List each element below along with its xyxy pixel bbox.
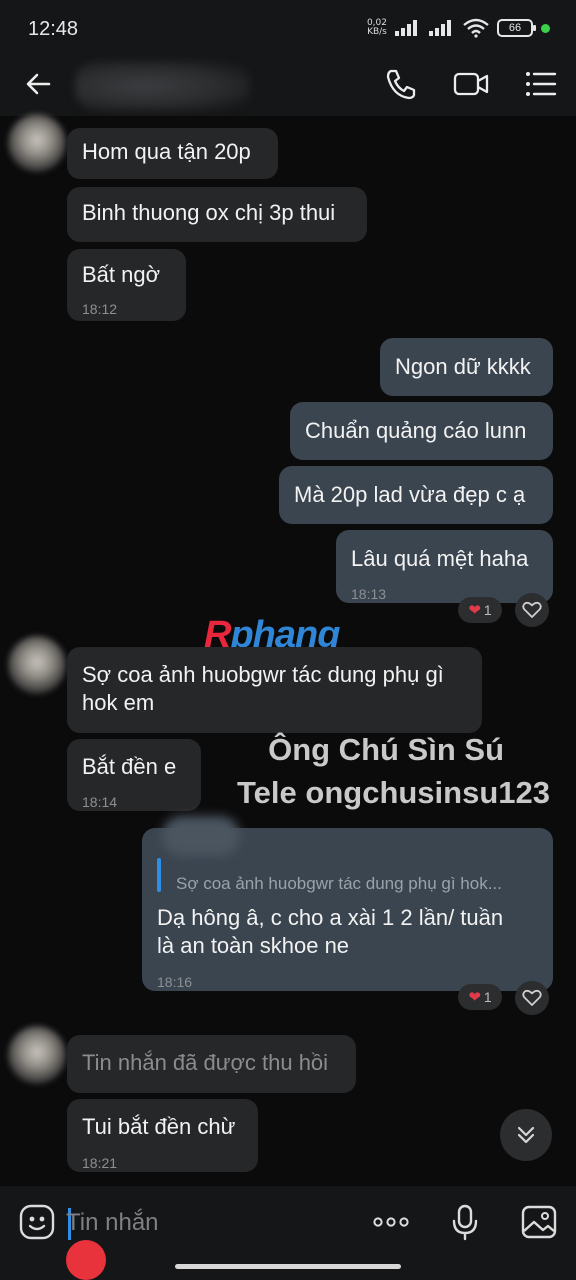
- message-text: Mà 20p lad vừa đẹp c ạ: [294, 482, 526, 507]
- message-text: Hom qua tận 20p: [82, 139, 251, 164]
- wifi-icon: [463, 18, 489, 38]
- message-text: Ngon dữ kkkk: [395, 354, 531, 379]
- battery-icon: 66: [497, 19, 536, 37]
- message-bubble-sent[interactable]: Ngon dữ kkkk: [380, 338, 553, 396]
- message-bubble-sent[interactable]: Mà 20p lad vừa đẹp c ạ: [279, 466, 553, 524]
- message-bubble-sent[interactable]: Lâu quá mệt haha 18:13: [336, 530, 553, 603]
- signal-icon: [395, 20, 417, 36]
- message-input[interactable]: Tin nhắn: [66, 1204, 356, 1242]
- back-button[interactable]: [22, 66, 58, 102]
- video-camera-icon: [453, 72, 489, 96]
- sticker-face-icon: [19, 1204, 55, 1240]
- home-indicator[interactable]: [175, 1264, 401, 1269]
- contact-name-blurred[interactable]: [75, 61, 250, 111]
- message-text: Binh thuong ox chị 3p thui: [82, 200, 336, 225]
- arrow-left-icon: [26, 73, 51, 95]
- privacy-indicator-dot: [541, 23, 550, 33]
- sticker-button[interactable]: [17, 1202, 57, 1242]
- message-text: là an toàn skhoe ne: [157, 933, 350, 958]
- contact-avatar[interactable]: [8, 114, 66, 172]
- more-dots-icon: [373, 1217, 409, 1227]
- message-text: Dạ hông â, c cho a xài 1 2 lần/ tuần: [157, 905, 504, 930]
- signal-icon: [429, 20, 451, 36]
- heart-icon: ❤: [468, 602, 481, 619]
- quoted-sender-blurred: [162, 816, 240, 856]
- message-bubble-received[interactable]: Tui bắt đền chừ 18:21: [67, 1099, 258, 1172]
- chat-header: [0, 56, 576, 116]
- send-image-button[interactable]: [519, 1202, 559, 1242]
- message-text: Lâu quá mệt haha: [351, 546, 529, 571]
- recalled-message-text: Tin nhắn đã được thu hồi: [82, 1050, 329, 1075]
- heart-outline-icon: [522, 601, 542, 618]
- heart-icon: ❤: [468, 989, 481, 1006]
- heart-outline-icon: [522, 989, 542, 1006]
- message-bubble-sent[interactable]: Chuẩn quảng cáo lunn: [290, 402, 553, 460]
- contact-avatar[interactable]: [8, 1026, 66, 1084]
- contact-avatar[interactable]: [8, 636, 66, 694]
- message-bubble-received[interactable]: Bất ngờ 18:12: [67, 249, 186, 321]
- message-text: hok em: [82, 690, 155, 715]
- status-bar: 12:48 0,02 KB/s 66: [0, 0, 576, 56]
- quoted-message-text[interactable]: Sợ coa ảnh huobgwr tác dung phụ gì hok..…: [176, 870, 502, 898]
- message-time: 18:14: [82, 794, 118, 810]
- reaction-badge[interactable]: ❤ 1: [458, 597, 502, 623]
- message-text: Bất ngờ: [82, 262, 161, 287]
- chat-options-button[interactable]: [522, 65, 560, 103]
- message-bubble-sent-reply[interactable]: Sợ coa ảnh huobgwr tác dung phụ gì hok..…: [142, 816, 553, 991]
- list-menu-icon: [526, 72, 557, 96]
- double-chevron-down-icon: [517, 1126, 535, 1144]
- red-dot-indicator: [66, 1240, 106, 1280]
- overlay-caption-name: Ông Chú Sìn Sú: [268, 732, 504, 767]
- message-text: Sợ coa ảnh huobgwr tác dung phụ gì: [82, 662, 444, 687]
- message-text: Tui bắt đền chừ: [82, 1114, 236, 1139]
- message-bubble-received[interactable]: Binh thuong ox chị 3p thui: [67, 187, 367, 242]
- network-speed: 0,02 KB/s: [366, 18, 387, 37]
- status-icons: 0,02 KB/s 66: [367, 18, 550, 38]
- quote-bar: [157, 858, 161, 892]
- voice-call-button[interactable]: [382, 65, 420, 103]
- overlay-caption-tele: Tele ongchusinsu123: [237, 775, 550, 810]
- message-bubble-received[interactable]: Sợ coa ảnh huobgwr tác dung phụ gì hok e…: [67, 647, 482, 733]
- image-gallery-icon: [521, 1205, 557, 1239]
- status-time: 12:48: [28, 18, 79, 40]
- react-button[interactable]: [515, 593, 549, 627]
- phone-icon: [386, 69, 416, 100]
- message-text: Chuẩn quảng cáo lunn: [305, 418, 527, 443]
- reaction-count: 1: [483, 989, 492, 1005]
- microphone-icon: [452, 1204, 478, 1241]
- reaction-badge[interactable]: ❤ 1: [458, 984, 502, 1010]
- message-bubble-recalled[interactable]: Tin nhắn đã được thu hồi: [67, 1035, 356, 1093]
- message-text: Bắt đền e: [82, 754, 177, 779]
- more-options-button[interactable]: [371, 1202, 411, 1242]
- react-button[interactable]: [515, 981, 549, 1015]
- message-bubble-received[interactable]: Bắt đền e 18:14: [67, 739, 201, 811]
- reaction-count: 1: [483, 602, 492, 618]
- message-time: 18:13: [351, 586, 387, 602]
- video-call-button[interactable]: [452, 65, 490, 103]
- message-bubble-received[interactable]: Hom qua tận 20p: [67, 128, 278, 179]
- voice-message-button[interactable]: [445, 1202, 485, 1242]
- message-time: 18:16: [157, 974, 193, 990]
- scroll-to-bottom-button[interactable]: [500, 1109, 552, 1161]
- message-list[interactable]: Hom qua tận 20p Binh thuong ox chị 3p th…: [0, 114, 576, 1186]
- message-time: 18:12: [82, 301, 118, 317]
- message-time: 18:21: [82, 1155, 118, 1171]
